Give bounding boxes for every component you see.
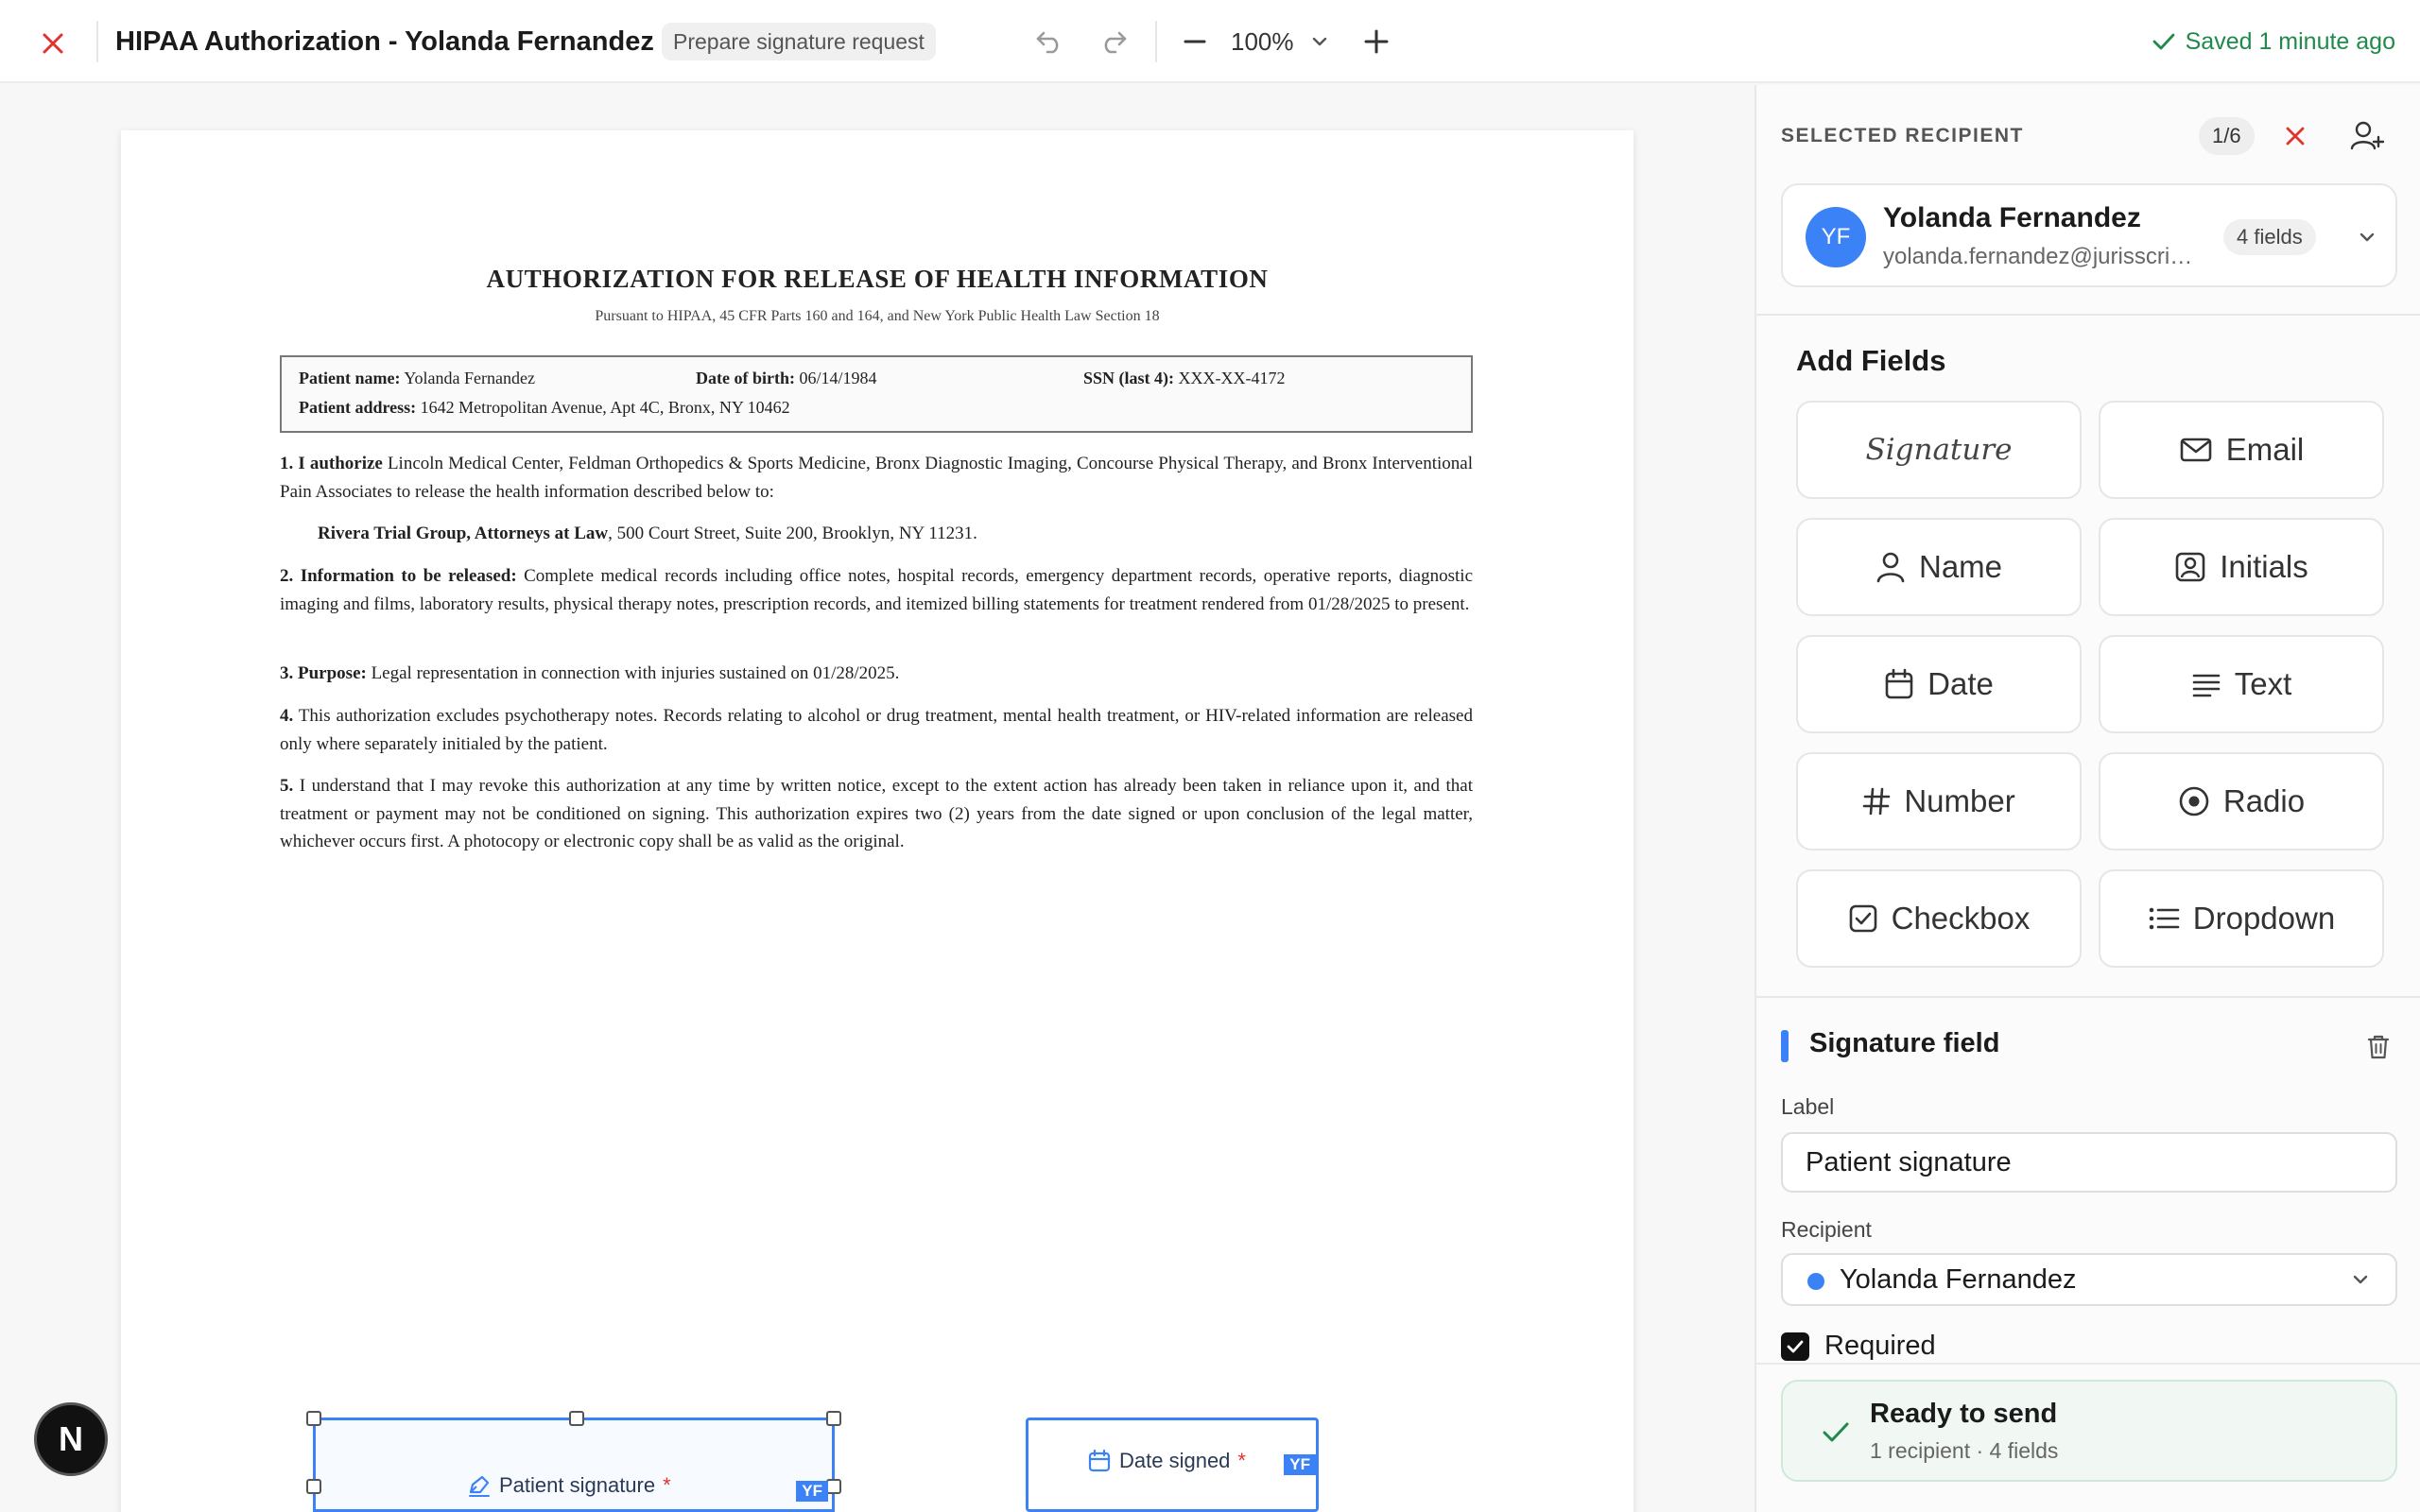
recipient-color-dot [1807,1273,1824,1290]
saved-text: Saved 1 minute ago [2185,28,2395,55]
properties-panel: SELECTED RECIPIENT 1/6 YF Yolanda Fernan… [1754,85,2420,1512]
undo-icon[interactable] [1028,23,1070,60]
resize-handle[interactable] [306,1411,321,1426]
close-icon[interactable] [2276,117,2314,155]
top-toolbar: HIPAA Authorization - Yolanda Fernandez … [0,0,2420,83]
placed-field-label: Date signed * [1087,1449,1246,1473]
paragraph-exclusions: 4. This authorization excludes psychothe… [280,706,1473,754]
toolbar-divider [1155,21,1157,62]
save-status: Saved 1 minute ago [2152,23,2395,60]
add-number-field-button[interactable]: Number [1796,752,2082,850]
mail-icon [2180,438,2212,462]
add-checkbox-field-button[interactable]: Checkbox [1796,869,2082,968]
chevron-down-icon[interactable] [1299,23,1340,60]
resize-handle[interactable] [306,1479,321,1494]
toolbar-divider [96,21,98,62]
field-owner-tag: YF [796,1481,828,1502]
resize-handle[interactable] [826,1479,841,1494]
required-marker: * [1237,1449,1246,1472]
field-owner-tag: YF [1284,1454,1316,1475]
zoom-level[interactable]: 100% [1231,23,1294,60]
check-icon [1819,1416,1853,1450]
zoom-in-icon[interactable] [1356,23,1397,60]
status-badge: Prepare signature request [662,23,936,60]
user-icon [1876,552,1905,583]
calendar-icon [1885,668,1913,699]
document-subheading: Pursuant to HIPAA, 45 CFR Parts 160 and … [595,308,1160,324]
label-caption: Label [1781,1094,1835,1119]
avatar: YF [1806,207,1866,267]
chevron-down-icon[interactable] [2350,219,2384,255]
recipient-selector[interactable]: YF Yolanda Fernandez yolanda.fernandez@j… [1781,183,2397,287]
chevron-down-icon [2346,1264,2375,1295]
placed-field-label: Patient signature * [467,1473,671,1498]
id-badge-icon [2175,552,2205,582]
document-page[interactable]: AUTHORIZATION FOR RELEASE OF HEALTH INFO… [121,130,1634,1512]
document-canvas[interactable]: AUTHORIZATION FOR RELEASE OF HEALTH INFO… [0,85,1754,1512]
resize-handle[interactable] [826,1411,841,1426]
patient-dob: Date of birth: 06/14/1984 [696,369,877,387]
close-icon[interactable] [34,25,72,62]
authorized-recipient: Rivera Trial Group, Attorneys at Law, 50… [318,524,977,543]
panel-footer: Ready to send 1 recipient · 4 fields [1756,1363,2420,1512]
document-heading: AUTHORIZATION FOR RELEASE OF HEALTH INFO… [486,265,1269,293]
add-dropdown-field-button[interactable]: Dropdown [2099,869,2384,968]
selected-field-title: Signature field [1809,1028,2000,1058]
lines-icon [2192,674,2221,697]
recipient-counter: 1/6 [2199,117,2255,155]
signature-pen-icon [469,1475,490,1497]
ready-subtitle: 1 recipient · 4 fields [1870,1438,2059,1463]
required-checkbox[interactable]: Required [1781,1331,1936,1362]
add-user-icon[interactable] [2346,117,2388,155]
checkbox-icon [1849,904,1876,933]
add-email-field-button[interactable]: Email [2099,401,2384,499]
app-badge[interactable]: N [34,1402,108,1476]
fields-count-badge: 4 fields [2223,219,2316,255]
hash-icon [1863,787,1891,816]
calendar-icon [1088,1449,1111,1472]
field-color-indicator [1781,1030,1789,1062]
field-recipient-select[interactable]: Yolanda Fernandez [1781,1253,2397,1306]
resize-handle[interactable] [569,1411,584,1426]
recipient-caption: Recipient [1781,1217,1872,1242]
document-title: HIPAA Authorization - Yolanda Fernandez [115,26,654,57]
patient-info-box: Patient name: Yolanda Fernandez Date of … [280,355,1473,433]
required-marker: * [663,1473,671,1497]
add-fields-title: Add Fields [1796,344,1946,377]
panel-divider [1756,314,2420,316]
zoom-out-icon[interactable] [1174,23,1216,60]
recipient-email: yolanda.fernandez@jurisscribe.com [1883,244,2204,269]
patient-name: Patient name: Yolanda Fernandez [299,369,535,387]
paragraph-information: 2. Information to be released: Complete … [280,566,1474,614]
patient-address: Patient address: 1642 Metropolitan Avenu… [299,398,790,417]
add-initials-field-button[interactable]: Initials [2099,518,2384,616]
checkbox-checked-icon[interactable] [1781,1332,1809,1361]
signature-icon: Signature [1865,433,2013,467]
recipient-select-value: Yolanda Fernandez [1840,1264,2077,1295]
placed-signature-field[interactable]: Patient signature * YF [306,1411,841,1512]
ready-to-send-card[interactable]: Ready to send 1 recipient · 4 fields [1781,1380,2397,1482]
patient-ssn: SSN (last 4): XXX-XX-4172 [1083,369,1286,387]
add-radio-field-button[interactable]: Radio [2099,752,2384,850]
list-icon [2149,907,2180,930]
recipient-name: Yolanda Fernandez [1883,202,2141,233]
radio-icon [2179,786,2209,816]
field-type-grid: Signature Email Name Initials Date Text … [1796,401,2384,968]
ready-title: Ready to send [1870,1399,2058,1429]
panel-divider [1756,996,2420,998]
paragraph-authorize: 1. I authorize Lincoln Medical Center, F… [280,454,1473,502]
add-name-field-button[interactable]: Name [1796,518,2082,616]
redo-icon[interactable] [1093,23,1134,60]
field-label-input[interactable] [1781,1132,2397,1193]
add-date-field-button[interactable]: Date [1796,635,2082,733]
paragraph-purpose: 3. Purpose: Legal representation in conn… [280,663,900,683]
add-signature-field-button[interactable]: Signature [1796,401,2082,499]
required-label: Required [1824,1331,1936,1361]
check-icon [2152,33,2175,50]
paragraph-revocation: 5. I understand that I may revoke this a… [280,776,1474,851]
placed-date-field[interactable]: Date signed * YF [1026,1418,1319,1512]
add-text-field-button[interactable]: Text [2099,635,2384,733]
selected-recipient-label: SELECTED RECIPIENT [1781,125,2024,146]
trash-icon[interactable] [2360,1028,2397,1066]
